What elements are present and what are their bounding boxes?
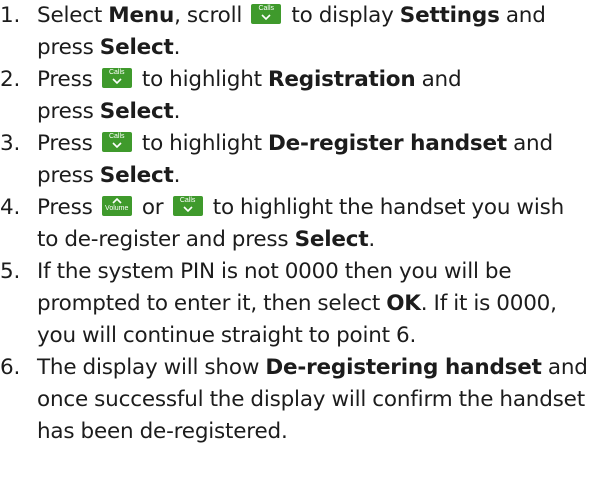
step-number: 5. [0, 259, 21, 284]
step-number: 1. [0, 3, 21, 28]
calls-key-icon: Calls [172, 196, 203, 216]
calls-key-label: Calls [108, 133, 125, 140]
select-term: Select [99, 99, 174, 124]
step-text: prompted to enter it, then select [37, 291, 387, 316]
step-text: and [541, 355, 588, 380]
calls-key-icon: Calls [251, 4, 282, 24]
calls-key-icon: Calls [101, 68, 132, 88]
step-number: 6. [0, 355, 21, 380]
volume-key-icon: Volume [101, 196, 132, 216]
calls-key-icon: Calls [101, 132, 132, 152]
step-text: press [37, 163, 100, 188]
step-text: . [173, 35, 181, 60]
step-text: , scroll [174, 3, 249, 28]
step-line: prompted to enter it, then select OK. If… [37, 288, 591, 320]
step-text: Press [37, 67, 99, 92]
step-line: has been de-registered. [37, 416, 591, 448]
step-text: once successful the display will confirm… [37, 387, 585, 412]
step-6: 6. The display will show De-registering … [0, 352, 591, 448]
chevron-down-icon [261, 14, 271, 20]
step-3: 3. Press Calls to highlight De-register … [0, 128, 591, 192]
menu-term: Menu [108, 3, 175, 28]
step-number: 2. [0, 67, 21, 92]
step-line: once successful the display will confirm… [37, 384, 591, 416]
chevron-down-icon [112, 142, 122, 148]
volume-key-label: Volume [105, 205, 129, 212]
step-line: The display will show De-registering han… [37, 352, 591, 384]
step-text: to highlight the handset you wish [206, 195, 565, 220]
calls-key-label: Calls [258, 5, 275, 12]
select-term: Select [294, 227, 369, 252]
step-2: 2. Press Calls to highlight Registration… [0, 64, 591, 128]
step-text: Press [37, 195, 99, 220]
step-text: Press [37, 131, 99, 156]
chevron-up-icon [112, 198, 122, 204]
calls-key-label: Calls [108, 69, 125, 76]
step-5: 5. If the system PIN is not 0000 then yo… [0, 256, 591, 352]
step-text: If the system PIN is not 0000 then you w… [37, 259, 512, 284]
de-register-handset-term: De-register handset [268, 131, 507, 156]
step-line: press Select. [37, 96, 591, 128]
step-line: you will continue straight to point 6. [37, 320, 591, 352]
step-line: Press Calls to highlight De-register han… [37, 128, 591, 160]
step-1: 1. Select Menu, scroll Calls to display … [0, 0, 591, 64]
instruction-list: 1. Select Menu, scroll Calls to display … [0, 0, 591, 448]
step-text: The display will show [37, 355, 266, 380]
step-text: to de-register and press [37, 227, 295, 252]
step-text: press [37, 99, 100, 124]
step-line: press Select. [37, 160, 591, 192]
step-text: or [135, 195, 170, 220]
step-number: 4. [0, 195, 21, 220]
step-text: to highlight [135, 131, 269, 156]
step-line: to de-register and press Select. [37, 224, 591, 256]
step-text: . [173, 163, 181, 188]
chevron-down-icon [112, 78, 122, 84]
step-text: has been de-registered. [37, 419, 288, 444]
step-text: to highlight [135, 67, 269, 92]
step-text: and [499, 3, 546, 28]
step-line: press Select. [37, 32, 591, 64]
registration-term: Registration [268, 67, 416, 92]
step-text: . [368, 227, 376, 252]
ok-term: OK [386, 291, 421, 316]
calls-key-label: Calls [179, 197, 196, 204]
step-line: Press Volume or Calls to highlight the h… [37, 192, 591, 224]
select-term: Select [99, 35, 174, 60]
step-4: 4. Press Volume or Calls to highlight th… [0, 192, 591, 256]
step-text: you will continue straight to point 6. [37, 323, 417, 348]
de-registering-handset-term: De-registering handset [265, 355, 542, 380]
step-text: press [37, 35, 100, 60]
step-text: and [415, 67, 462, 92]
step-text: . [173, 99, 181, 124]
select-term: Select [99, 163, 174, 188]
settings-term: Settings [399, 3, 500, 28]
step-text: Select [37, 3, 109, 28]
step-line: Select Menu, scroll Calls to display Set… [37, 0, 591, 32]
step-line: If the system PIN is not 0000 then you w… [37, 256, 591, 288]
step-line: Press Calls to highlight Registration an… [37, 64, 591, 96]
step-number: 3. [0, 131, 21, 156]
chevron-down-icon [183, 206, 193, 212]
step-text: and [506, 131, 553, 156]
step-text: to display [285, 3, 400, 28]
step-text: . If it is 0000, [420, 291, 557, 316]
